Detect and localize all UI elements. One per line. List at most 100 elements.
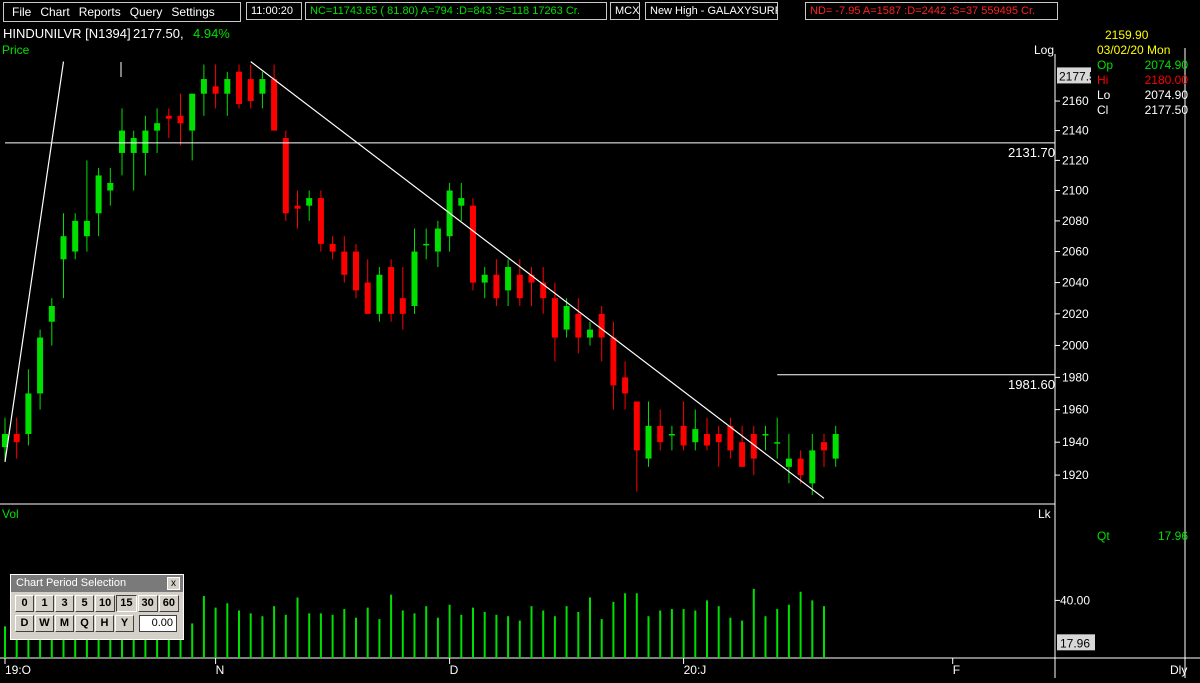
volume-tick-label: 40.00 xyxy=(1060,593,1090,607)
period-button-quarter[interactable]: Q xyxy=(75,615,94,632)
candle-body xyxy=(493,274,500,299)
period-button-year[interactable]: Y xyxy=(115,615,134,632)
close-icon[interactable]: x xyxy=(167,577,180,590)
candle-body xyxy=(551,298,558,338)
ticker-nc: NC=11743.65 ( 81.80) A=794 :D=843 :S=118… xyxy=(305,2,607,20)
period-value-input[interactable]: 0.00 xyxy=(139,615,177,632)
symbol-price: 2177.50, xyxy=(133,26,184,41)
price-tick-label: 1940 xyxy=(1062,435,1089,449)
price-tick-label: 2040 xyxy=(1062,276,1089,290)
candle-body xyxy=(762,434,769,436)
candle-body xyxy=(294,205,301,209)
period-dialog-title-text: Chart Period Selection xyxy=(16,577,127,589)
time-tick-label: F xyxy=(953,663,960,677)
candle-body xyxy=(610,337,617,386)
candle-body xyxy=(353,251,359,291)
period-dialog-title[interactable]: Chart Period Selection x xyxy=(11,575,183,592)
period-row-calendar: D W M Q H Y 0.00 xyxy=(11,612,183,632)
candle-body xyxy=(142,130,149,153)
candle-body xyxy=(48,306,55,322)
candle-body xyxy=(505,267,512,291)
period-button-0[interactable]: 0 xyxy=(15,595,34,612)
candle-body xyxy=(809,450,816,484)
period-row-minutes: 0 1 3 5 10 15 30 60 xyxy=(11,592,183,612)
candle-body xyxy=(645,425,652,459)
candle-body xyxy=(165,115,172,119)
candle-body xyxy=(575,313,582,338)
candle-body xyxy=(130,138,137,153)
info-qty-value: 17.96 xyxy=(1157,529,1188,543)
menu-bar: File Chart Reports Query Settings 11:00:… xyxy=(0,0,1200,24)
period-button-3[interactable]: 3 xyxy=(55,595,74,612)
candle-body xyxy=(119,130,125,153)
menu-chart[interactable]: Chart xyxy=(40,5,69,19)
info-row-high: Hi 2180.00 xyxy=(1097,73,1200,88)
candle-body xyxy=(587,329,593,338)
info-high-value: 2180.00 xyxy=(1144,73,1188,87)
candle-body xyxy=(329,243,336,252)
candle-body xyxy=(692,429,699,443)
ticker-time: 11:00:20 xyxy=(246,2,302,20)
candle-body xyxy=(470,205,476,283)
period-button-15[interactable]: 15 xyxy=(116,595,137,612)
chart-period-selection-dialog[interactable]: Chart Period Selection x 0 1 3 5 10 15 3… xyxy=(10,574,184,640)
volume-series-label: Vol xyxy=(2,507,19,521)
symbol-name: HINDUNILVR [N1394] xyxy=(3,26,131,41)
candle-layer xyxy=(2,64,839,496)
period-button-60[interactable]: 60 xyxy=(158,595,179,612)
menu-reports[interactable]: Reports xyxy=(79,5,121,19)
candle-body xyxy=(376,274,383,314)
candle-body xyxy=(797,458,804,476)
menu-settings[interactable]: Settings xyxy=(171,5,214,19)
candle-body xyxy=(832,434,839,459)
period-button-1[interactable]: 1 xyxy=(35,595,54,612)
current-volume-label: 17.96 xyxy=(1060,636,1090,650)
price-tick-label: 1980 xyxy=(1062,370,1089,384)
period-button-half[interactable]: H xyxy=(95,615,114,632)
period-button-week[interactable]: W xyxy=(35,615,54,632)
menu-file[interactable]: File xyxy=(12,5,31,19)
period-button-30[interactable]: 30 xyxy=(137,595,158,612)
info-row-close: Cl 2177.50 xyxy=(1097,103,1200,118)
scale-label: Log xyxy=(1034,43,1054,57)
candle-body xyxy=(704,434,710,446)
price-series-label: Price xyxy=(2,43,30,57)
candle-body xyxy=(598,313,605,338)
price-tick-label: 2100 xyxy=(1062,184,1089,198)
candle-body xyxy=(411,251,418,307)
volume-unit-label: Lk xyxy=(1038,507,1052,521)
period-button-day[interactable]: D xyxy=(15,615,34,632)
level-label: 1981.60 xyxy=(1008,377,1055,392)
candle-body xyxy=(715,434,722,443)
info-high-label: Hi xyxy=(1097,73,1109,87)
candle-body xyxy=(563,306,570,330)
price-tick-label: 2080 xyxy=(1062,214,1089,228)
candle-body xyxy=(37,337,44,394)
candle-body xyxy=(306,198,313,206)
candle-body xyxy=(633,401,640,451)
candle-body xyxy=(282,138,289,214)
candle-body xyxy=(95,175,102,214)
menu-query[interactable]: Query xyxy=(130,5,163,19)
candle-body xyxy=(388,267,395,314)
candle-body xyxy=(224,79,231,94)
symbol-change: 4.94% xyxy=(193,26,230,41)
candle-body xyxy=(739,442,746,467)
candle-body xyxy=(364,282,371,314)
candle-body xyxy=(236,71,242,104)
info-open-label: Op xyxy=(1097,58,1114,72)
ticker-new-high: New High - GALAXYSURF xyxy=(645,2,778,20)
info-row-low: Lo 2074.90 xyxy=(1097,88,1200,103)
time-tick-label: D xyxy=(450,663,459,677)
candle-body xyxy=(680,425,687,446)
period-button-10[interactable]: 10 xyxy=(95,595,116,612)
candle-body xyxy=(83,220,90,237)
main-menu: File Chart Reports Query Settings xyxy=(3,2,241,22)
candle-body xyxy=(177,115,184,124)
time-tick-label: 19:O xyxy=(5,663,31,677)
period-button-5[interactable]: 5 xyxy=(75,595,94,612)
candle-body xyxy=(247,79,254,102)
period-button-month[interactable]: M xyxy=(55,615,74,632)
candle-body xyxy=(189,93,196,131)
price-tick-label: 2140 xyxy=(1062,124,1089,138)
